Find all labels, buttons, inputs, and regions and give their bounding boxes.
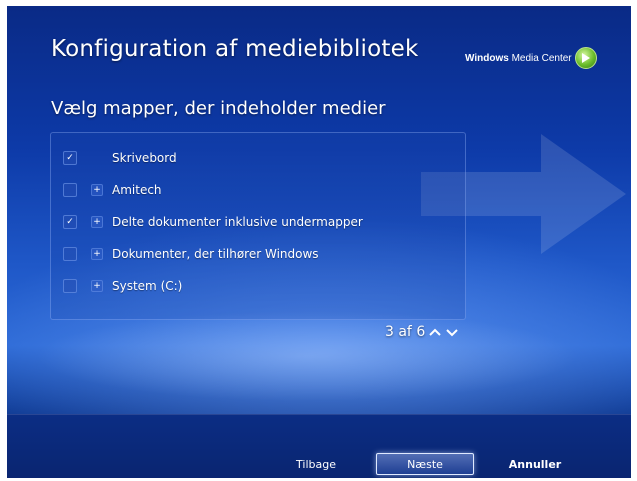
footer-bar: Tilbage Næste Annuller xyxy=(7,414,631,478)
media-center-window: Konfiguration af mediebibliotek Windows … xyxy=(7,6,631,478)
brand: Windows Media Center xyxy=(465,47,597,69)
next-button[interactable]: Næste xyxy=(376,453,474,475)
page-title: Konfiguration af mediebibliotek xyxy=(51,36,419,62)
brand-text-bold: Windows xyxy=(465,52,509,64)
folder-row[interactable]: + Dokumenter, der tilhører Windows xyxy=(63,242,458,266)
pager: 3 af 6 xyxy=(385,324,459,340)
folder-row[interactable]: + System (C:) xyxy=(63,274,458,298)
folder-label: Amitech xyxy=(112,183,162,197)
expand-icon[interactable]: + xyxy=(91,248,103,260)
folder-row[interactable]: + Amitech xyxy=(63,178,458,202)
folder-checkbox[interactable] xyxy=(63,247,77,261)
chevron-down-icon[interactable] xyxy=(445,326,459,338)
folder-label: System (C:) xyxy=(112,279,183,293)
media-center-logo-icon xyxy=(574,47,597,69)
back-button[interactable]: Tilbage xyxy=(267,453,365,475)
folder-checkbox[interactable]: ✓ xyxy=(63,151,77,165)
background-glow xyxy=(7,306,631,416)
chevron-up-icon[interactable] xyxy=(428,326,442,338)
folder-row[interactable]: ✓ + Delte dokumenter inklusive undermapp… xyxy=(63,210,458,234)
expand-icon[interactable]: + xyxy=(91,280,103,292)
page-indicator: 3 af 6 xyxy=(385,324,426,340)
expand-icon[interactable]: + xyxy=(91,216,103,228)
brand-text-light: Media Center xyxy=(511,52,572,64)
cancel-button[interactable]: Annuller xyxy=(486,453,584,475)
folder-checkbox[interactable]: ✓ xyxy=(63,215,77,229)
folder-label: Skrivebord xyxy=(112,151,177,165)
page-subtitle: Vælg mapper, der indeholder medier xyxy=(51,98,386,119)
folder-label: Delte dokumenter inklusive undermapper xyxy=(112,215,363,229)
brand-text: Windows Media Center xyxy=(465,53,572,64)
folder-label: Dokumenter, der tilhører Windows xyxy=(112,247,319,261)
expand-icon[interactable]: + xyxy=(91,184,103,196)
folder-row[interactable]: ✓ Skrivebord xyxy=(63,146,458,170)
folder-checkbox[interactable] xyxy=(63,183,77,197)
folder-list: ✓ Skrivebord + Amitech ✓ + Delte dokumen… xyxy=(50,132,466,320)
folder-checkbox[interactable] xyxy=(63,279,77,293)
